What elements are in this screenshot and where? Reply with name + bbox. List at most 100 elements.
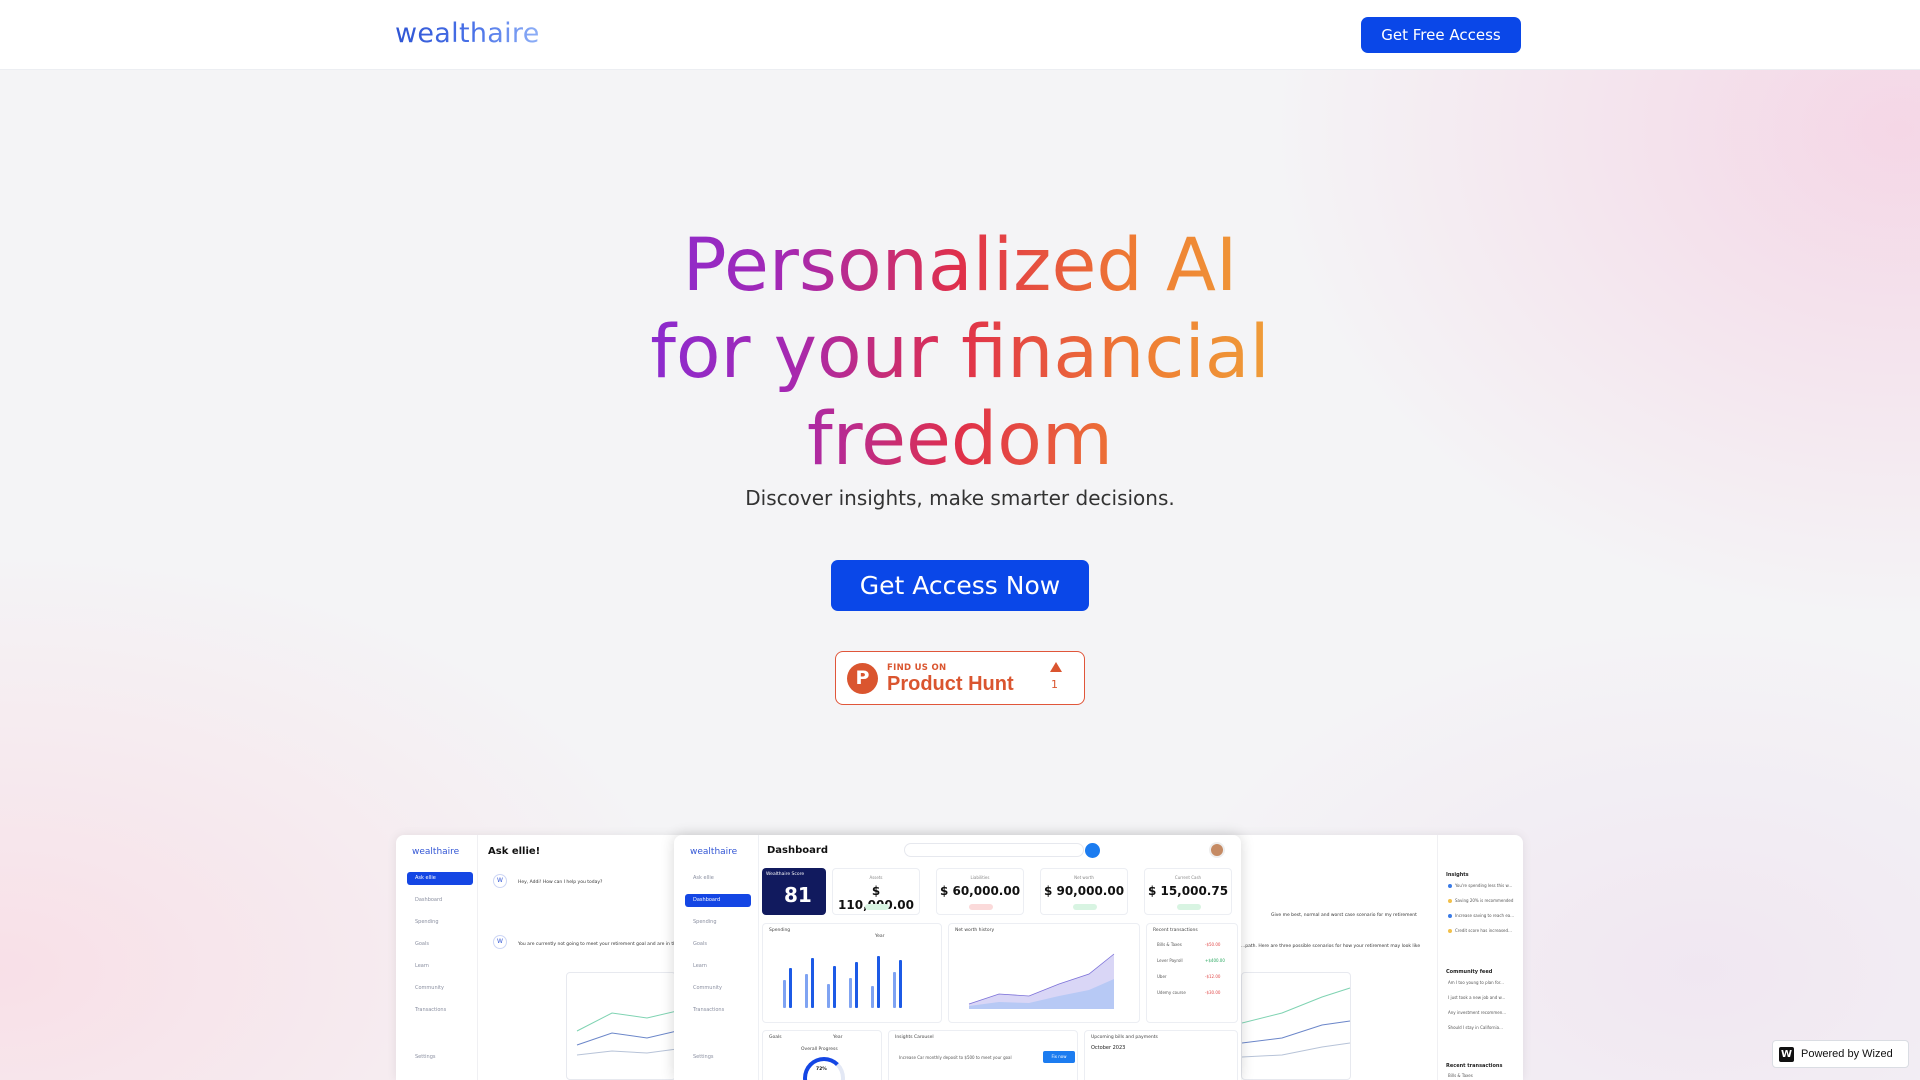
fix-now-button: Fix now <box>1043 1051 1075 1063</box>
transaction-name: Bills & Taxes <box>1157 942 1182 947</box>
upcoming-payments-panel: Upcoming bills and payments October 2023 <box>1084 1030 1238 1080</box>
insight-text: Increase Car monthly deposit to $500 to … <box>899 1055 1012 1060</box>
score-value: 81 <box>784 883 812 907</box>
dashboard-nav-transactions: Transactions <box>693 1007 725 1013</box>
dashboard-logo: wealthaire <box>690 847 738 857</box>
stat-value: $ 90,000.00 <box>1043 884 1125 898</box>
spending-bar <box>849 978 852 1008</box>
transaction-amount: -$30.00 <box>1205 990 1221 995</box>
insight-text: Credit score has increased... <box>1455 928 1512 933</box>
transaction-amount: +$400.00 <box>1205 958 1225 963</box>
assistant-avatar-icon: W <box>493 874 507 888</box>
dashboard-nav-goals: Goals <box>693 941 707 947</box>
insights-heading: Insights <box>1446 872 1469 878</box>
dashboard-nav-spending: Spending <box>693 919 717 925</box>
stat-label: Assets <box>869 875 883 880</box>
spending-bar <box>827 984 830 1008</box>
scenario-lines-right <box>1241 987 1351 1058</box>
hero-headline-line-2: for your financial <box>560 309 1360 396</box>
transaction-amount: -$50.00 <box>1205 942 1221 947</box>
spending-bar <box>877 956 880 1008</box>
product-hunt-logo-icon: P <box>847 663 878 694</box>
assets-card: Assets $ 110,000.00 <box>832 868 920 915</box>
spending-bar <box>893 972 896 1008</box>
preview-nav-dashboard: Dashboard <box>415 897 443 903</box>
dashboard-search-field <box>904 843 1084 857</box>
wealthaire-logo[interactable]: wealthaire <box>395 18 540 49</box>
overall-progress-label: Overall Progress <box>801 1047 838 1052</box>
dashboard-nav-community: Community <box>693 985 722 991</box>
get-free-access-button[interactable]: Get Free Access <box>1361 17 1521 53</box>
liabilities-card: Liabilities $ 60,000.00 <box>936 868 1024 915</box>
dashboard-preview: wealthaire Ask ellie Dashboard Spending … <box>674 835 1241 1080</box>
product-hunt-small-label: FIND US ON <box>887 663 947 673</box>
wized-label: Powered by Wized <box>1801 1048 1893 1060</box>
powered-by-wized-badge[interactable]: W Powered by Wized <box>1772 1040 1909 1068</box>
insight-text: Increase saving to reach ea... <box>1455 913 1515 918</box>
recent-transactions-panel: Recent transactions Bills & Taxes -$50.0… <box>1146 923 1238 1023</box>
goals-panel: Goals Year Overall Progress 72% <box>762 1030 882 1080</box>
spending-bar <box>833 966 836 1008</box>
spending-bar <box>871 986 874 1008</box>
get-access-now-button[interactable]: Get Access Now <box>831 560 1089 611</box>
hero-subtitle: Discover insights, make smarter decision… <box>745 486 1175 510</box>
wealthaire-score-card: Wealthaire Score 81 <box>762 868 826 915</box>
hero-headline-line-1: Personalized AI <box>560 222 1360 309</box>
calendar-month: October 2023 <box>1091 1045 1126 1051</box>
preview-nav-ask-ellie: Ask ellie <box>407 872 473 885</box>
upvote-count: 1 <box>1051 678 1058 691</box>
transaction-name: Lever Payroll <box>1157 958 1183 963</box>
preview-nav-learn: Learn <box>415 963 429 969</box>
preview-nav-community: Community <box>415 985 444 991</box>
hero-headline: Personalized AI for your financial freed… <box>560 222 1360 483</box>
insight-item: Saving 20% is recommended <box>1448 898 1513 903</box>
net-worth-area-chart <box>968 953 1115 1009</box>
preview-nav-spending: Spending <box>415 919 439 925</box>
net-worth-card: Net worth $ 90,000.00 <box>1040 868 1128 915</box>
insight-item: Increase saving to reach ea... <box>1448 913 1514 918</box>
transaction-name: Uber <box>1157 974 1167 979</box>
stat-change-chip <box>865 904 889 910</box>
transaction-amount: -$12.00 <box>1205 974 1221 979</box>
insight-item: Credit score has increased... <box>1448 928 1512 933</box>
spending-bar <box>783 980 786 1008</box>
scenario-lines-left <box>576 1010 678 1056</box>
dashboard-nav-settings: Settings <box>693 1054 714 1060</box>
stat-change-chip <box>1073 904 1097 910</box>
spending-period: Year <box>875 934 885 939</box>
stat-value: $ 15,000.75 <box>1147 884 1229 898</box>
send-icon <box>1085 843 1100 858</box>
scenario-chart-left <box>566 972 678 1080</box>
spending-panel: Spending Year <box>762 923 942 1023</box>
community-item: Am I too young to plan for... <box>1448 980 1504 985</box>
overall-progress-value: 72% <box>816 1067 827 1072</box>
product-hunt-badge[interactable]: P FIND US ON Product Hunt 1 <box>835 651 1085 705</box>
spending-bar <box>811 958 814 1008</box>
community-item: Any investment recommen... <box>1448 1010 1507 1015</box>
community-feed-heading: Community feed <box>1446 969 1493 975</box>
preview-nav-settings: Settings <box>415 1054 436 1060</box>
stat-label: Current Cash <box>1174 875 1202 880</box>
stat-label: Net worth <box>1074 875 1094 880</box>
stat-change-chip <box>969 904 993 910</box>
assistant-avatar-icon: W <box>493 935 507 949</box>
stat-label: Liabilities <box>970 875 990 880</box>
preview-sidebar: wealthaire Ask ellie Dashboard Spending … <box>396 835 478 1080</box>
dashboard-nav-learn: Learn <box>693 963 707 969</box>
right-user-message: Give me best, normal and worst case scen… <box>1271 913 1417 918</box>
preview-nav-transactions: Transactions <box>415 1007 447 1013</box>
spending-bar <box>805 974 808 1008</box>
dashboard-sidebar: wealthaire Ask ellie Dashboard Spending … <box>674 835 759 1080</box>
recent-transactions-heading: Recent transactions <box>1446 1063 1503 1069</box>
spending-bar <box>789 968 792 1008</box>
spending-title: Spending <box>769 928 791 933</box>
preview-nav-goals: Goals <box>415 941 429 947</box>
user-avatar <box>1209 842 1225 858</box>
insight-text: Saving 20% is recommended <box>1455 898 1514 903</box>
community-item: I just took a new job and w... <box>1448 995 1506 1000</box>
community-item: Should I stay in California... <box>1448 1025 1503 1030</box>
dashboard-nav-ask-ellie: Ask ellie <box>693 875 714 881</box>
dashboard-title: Dashboard <box>767 845 828 856</box>
recent-transactions-title: Recent transactions <box>1153 928 1198 933</box>
stat-change-chip <box>1177 904 1201 910</box>
